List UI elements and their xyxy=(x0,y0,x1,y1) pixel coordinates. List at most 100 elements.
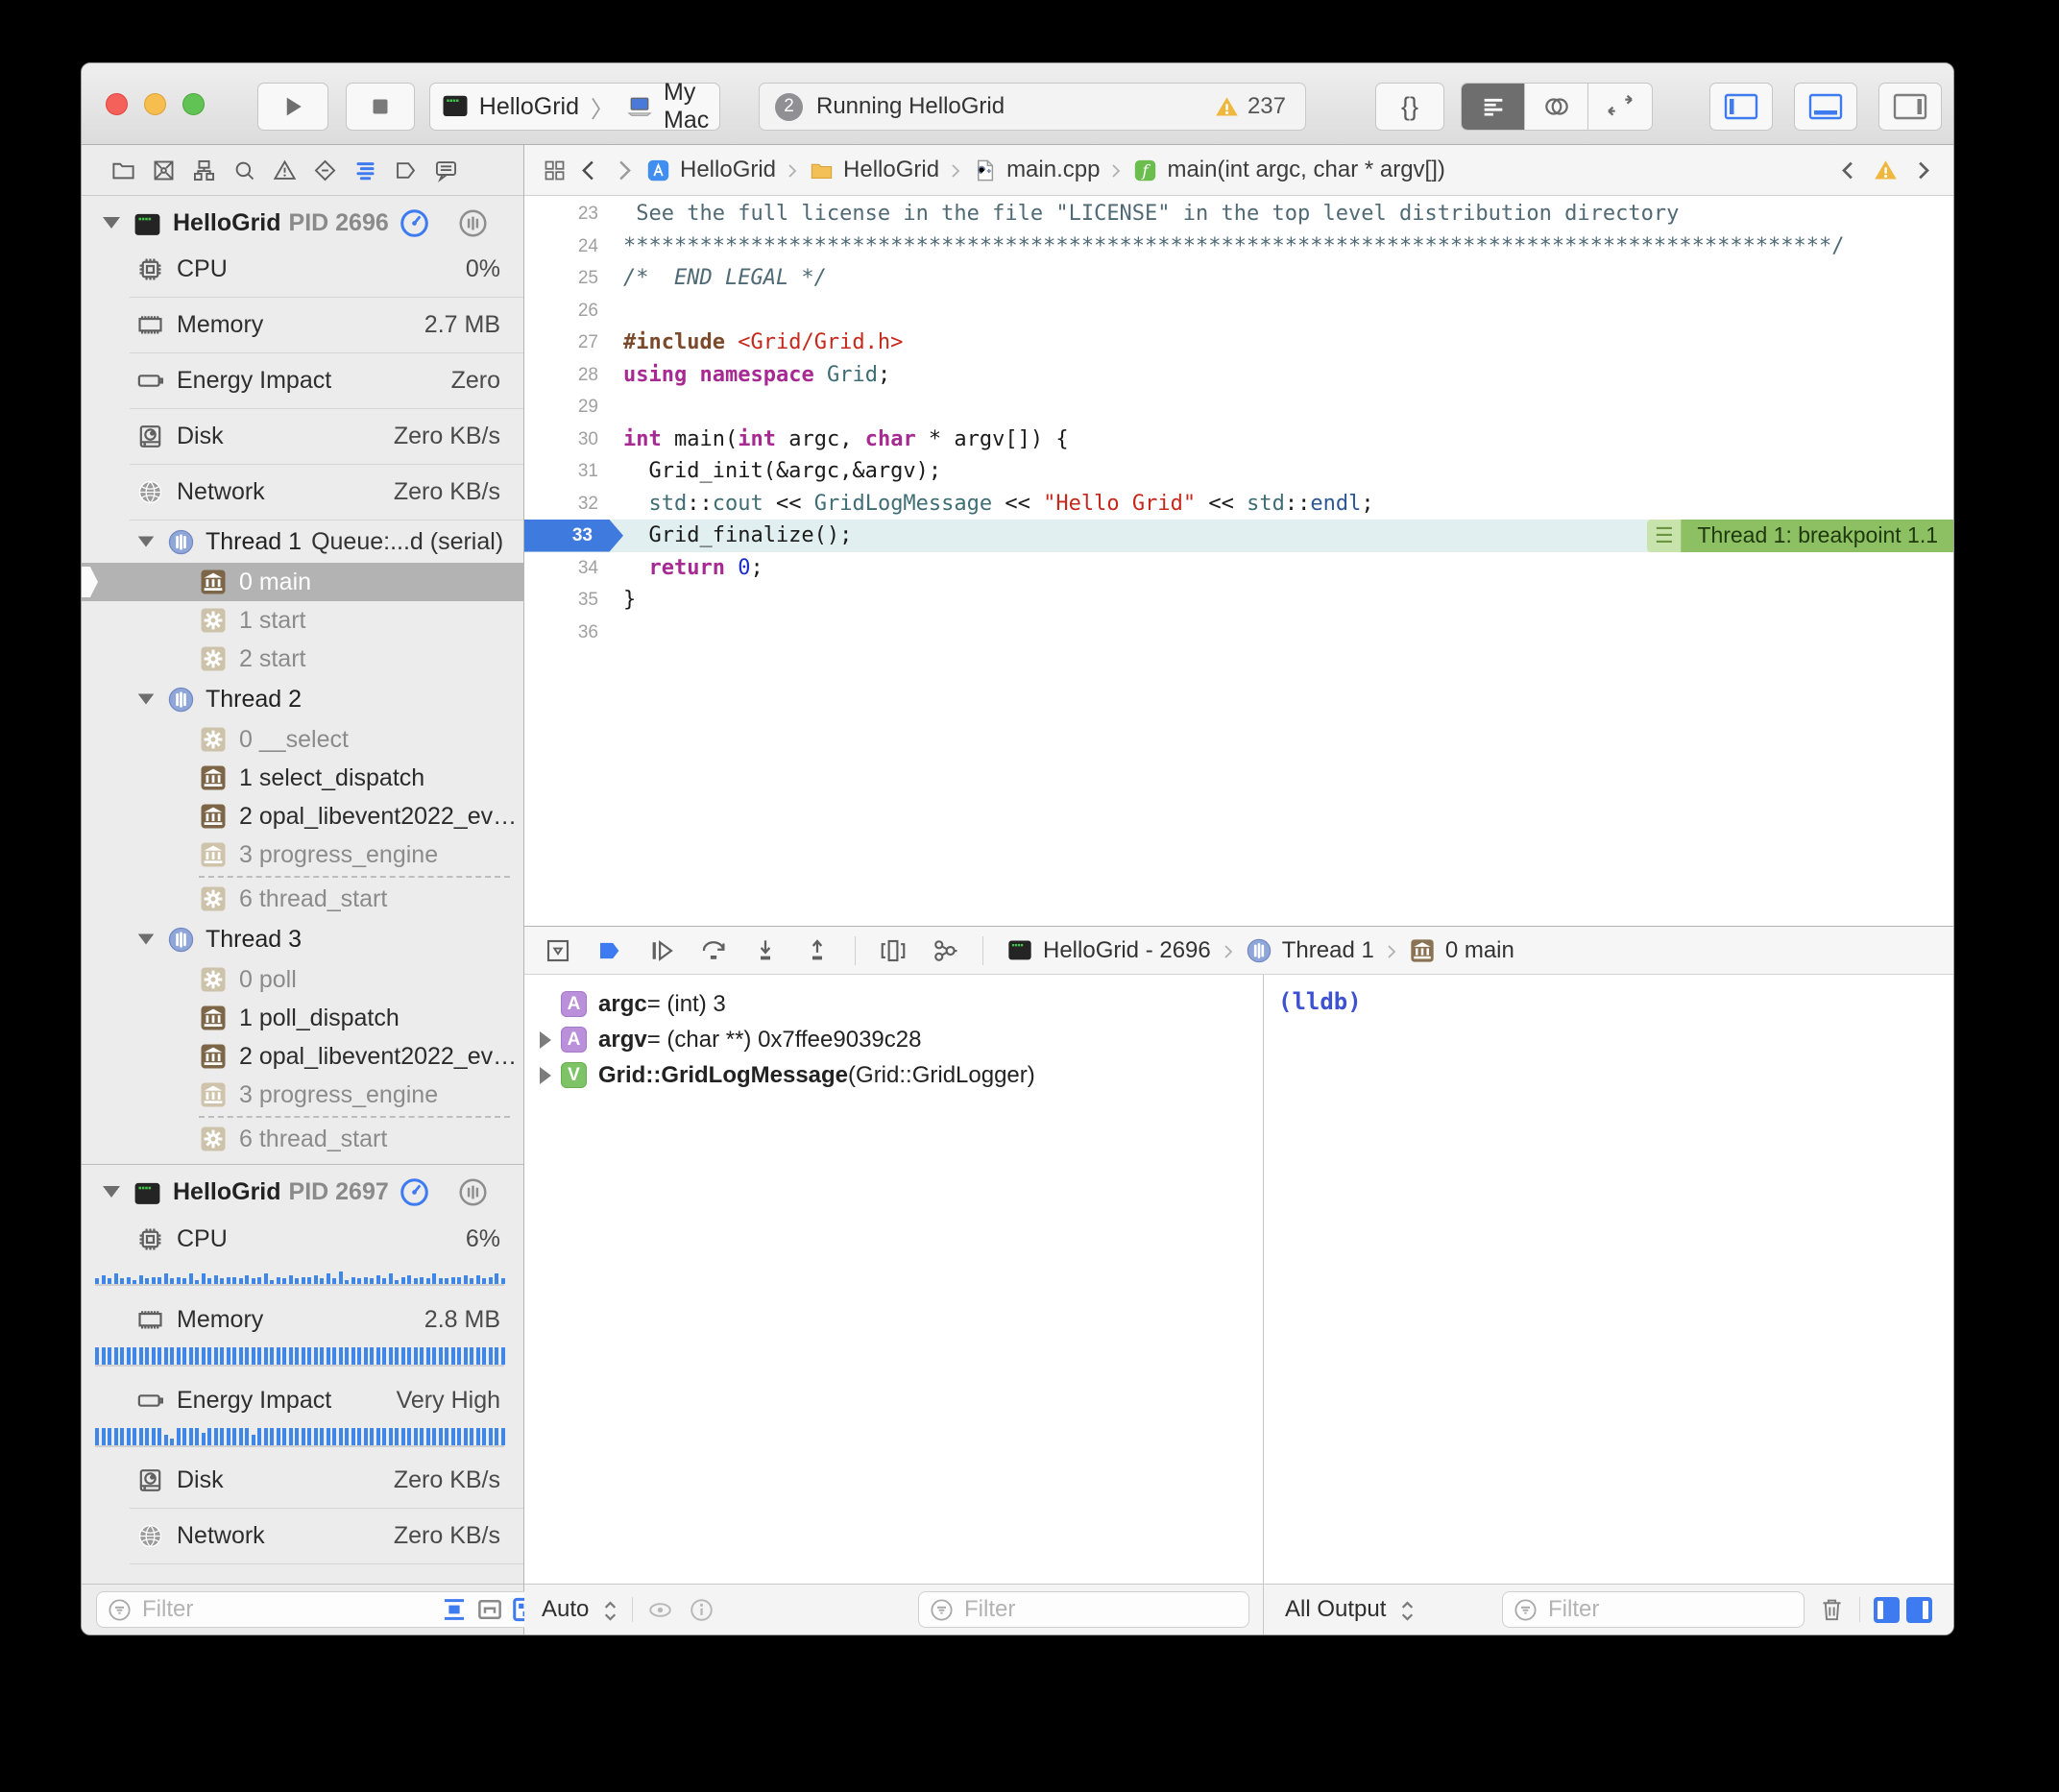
console-output-select[interactable]: All Output xyxy=(1285,1596,1386,1623)
debug-breadcrumb-item[interactable]: Thread 1 xyxy=(1282,937,1374,964)
code-line-breakpoint[interactable]: 33 Grid_finalize();☰Thread 1: breakpoint… xyxy=(524,520,1953,552)
line-number[interactable]: 31 xyxy=(524,455,623,488)
columns-view-button[interactable] xyxy=(457,1176,489,1208)
line-number[interactable]: 34 xyxy=(524,552,623,585)
code-area[interactable]: 23 See the full license in the file "LIC… xyxy=(524,196,1953,926)
debug-breadcrumb-item[interactable]: 0 main xyxy=(1445,937,1514,964)
step-into-button[interactable] xyxy=(751,936,780,965)
stat-row-network[interactable]: NetworkZero KB/s xyxy=(130,465,523,521)
thread-header-2[interactable]: Thread 2 xyxy=(82,678,523,720)
line-number[interactable]: 29 xyxy=(524,391,623,424)
navigator-filter-field[interactable] xyxy=(96,1591,548,1628)
toggle-variables-pane-button[interactable] xyxy=(1874,1597,1900,1623)
go-forward-button[interactable] xyxy=(611,157,637,183)
console-filter-field[interactable] xyxy=(1502,1591,1805,1628)
code-line[interactable]: 23 See the full license in the file "LIC… xyxy=(524,198,1953,230)
disclosure-triangle-icon[interactable] xyxy=(138,933,155,944)
stack-frame-row[interactable]: 1 poll_dispatch xyxy=(82,999,523,1037)
breadcrumb-item[interactable]: HelloGrid xyxy=(680,157,776,183)
toggle-navigator-button[interactable] xyxy=(1709,83,1773,131)
gauge-view-button[interactable] xyxy=(399,1176,430,1208)
line-number[interactable]: 25 xyxy=(524,262,623,295)
info-icon[interactable] xyxy=(688,1596,715,1624)
find-navigator-icon[interactable] xyxy=(231,157,257,183)
breadcrumb-item[interactable]: main.cpp xyxy=(1006,157,1100,183)
disclosure-triangle-icon[interactable] xyxy=(138,536,155,546)
stack-frame-row[interactable]: 3 progress_engine xyxy=(82,1076,523,1114)
go-back-button[interactable] xyxy=(576,157,602,183)
disclosure-triangle-icon[interactable] xyxy=(103,217,120,229)
line-number-breakpoint-badge[interactable]: 33 xyxy=(524,520,623,552)
related-items-icon[interactable] xyxy=(542,157,568,183)
navigator-filter-input[interactable] xyxy=(133,1596,440,1623)
stat-row-memory[interactable]: Memory2.7 MB xyxy=(130,298,523,353)
symbol-navigator-icon[interactable] xyxy=(191,157,217,183)
code-line[interactable]: 35} xyxy=(524,584,1953,617)
code-line[interactable]: 29 xyxy=(524,391,1953,424)
code-line[interactable]: 32 std::cout << GridLogMessage << "Hello… xyxy=(524,488,1953,521)
code-line[interactable]: 30int main(int argc, char * argv[]) { xyxy=(524,424,1953,456)
process-header-2696[interactable]: HelloGridPID 2696 xyxy=(82,204,523,242)
variables-filter-input[interactable] xyxy=(955,1596,1241,1623)
stat-row-cpu[interactable]: CPU6% xyxy=(130,1211,523,1267)
line-number[interactable]: 35 xyxy=(524,584,623,617)
stack-frame-row[interactable]: 0 __select xyxy=(82,720,523,759)
process-header-2697[interactable]: HelloGridPID 2697 xyxy=(82,1173,523,1211)
breadcrumb-item[interactable]: HelloGrid xyxy=(843,157,939,183)
code-line[interactable]: 25/* END LEGAL */ xyxy=(524,262,1953,295)
issue-navigator-icon[interactable] xyxy=(272,157,298,183)
code-line[interactable]: 27#include <Grid/Grid.h> xyxy=(524,327,1953,359)
standard-editor-button[interactable] xyxy=(1462,84,1525,130)
code-snippets-button[interactable]: {} xyxy=(1375,83,1444,131)
version-editor-button[interactable] xyxy=(1588,84,1652,130)
debug-view-hierarchy-button[interactable] xyxy=(879,936,908,965)
filter-stack-frames-button[interactable] xyxy=(440,1595,469,1624)
line-number[interactable]: 36 xyxy=(524,617,623,649)
stack-frame-row[interactable]: 6 thread_start xyxy=(82,1120,523,1158)
code-line[interactable]: 34 return 0; xyxy=(524,552,1953,585)
report-navigator-icon[interactable] xyxy=(433,157,459,183)
activity-view[interactable]: 2 Running HelloGrid 237 xyxy=(759,83,1306,131)
clear-console-trash-icon[interactable] xyxy=(1818,1596,1846,1624)
line-number[interactable]: 30 xyxy=(524,424,623,456)
variable-row[interactable]: Aargc = (int) 3 xyxy=(524,986,1263,1022)
stat-row-energy-impact[interactable]: Energy ImpactZero xyxy=(130,353,523,409)
disclosure-triangle-icon[interactable] xyxy=(103,1186,120,1198)
debug-memory-graph-button[interactable] xyxy=(931,936,959,965)
stat-row-disk[interactable]: DiskZero KB/s xyxy=(130,1453,523,1509)
step-out-button[interactable] xyxy=(803,936,832,965)
stack-frame-row[interactable]: 3 progress_engine xyxy=(82,835,523,874)
output-stepper-icon[interactable] xyxy=(1399,1597,1416,1622)
thread-header-3[interactable]: Thread 3 xyxy=(82,918,523,960)
hide-debug-area-button[interactable] xyxy=(544,936,572,965)
variable-row[interactable]: VGrid::GridLogMessage (Grid::GridLogger) xyxy=(524,1057,1263,1093)
stop-button[interactable] xyxy=(346,83,415,131)
assistant-editor-button[interactable] xyxy=(1525,84,1588,130)
breadcrumb-item[interactable]: main(int argc, char * argv[]) xyxy=(1167,157,1444,183)
console-view[interactable]: (lldb) xyxy=(1264,975,1953,1584)
scope-stepper-icon[interactable] xyxy=(602,1597,618,1622)
stack-frame-row[interactable]: 1 select_dispatch xyxy=(82,759,523,797)
test-navigator-icon[interactable] xyxy=(312,157,338,183)
stack-frame-row[interactable]: 0 poll xyxy=(82,960,523,999)
code-line[interactable]: 24**************************************… xyxy=(524,230,1953,263)
stat-row-memory[interactable]: Memory2.8 MB xyxy=(130,1292,523,1347)
stat-row-cpu[interactable]: CPU0% xyxy=(130,242,523,298)
code-line[interactable]: 31 Grid_init(&argc,&argv); xyxy=(524,455,1953,488)
line-number[interactable]: 27 xyxy=(524,327,623,359)
scheme-selector[interactable]: HelloGrid 〉 My Mac xyxy=(429,83,720,131)
breakpoint-annotation[interactable]: ☰Thread 1: breakpoint 1.1 xyxy=(1647,520,1953,552)
debug-breadcrumb-item[interactable]: HelloGrid - 2696 xyxy=(1043,937,1211,964)
disclosure-triangle-icon[interactable] xyxy=(138,693,155,704)
stack-frame-row[interactable]: 1 start xyxy=(82,601,523,640)
disclosure-triangle-icon[interactable] xyxy=(540,1067,551,1084)
filter-view-mode-button[interactable] xyxy=(475,1595,504,1624)
gauge-view-button[interactable] xyxy=(399,207,430,239)
issue-warning-icon[interactable] xyxy=(1873,157,1899,183)
toggle-console-pane-button[interactable] xyxy=(1906,1597,1932,1623)
line-number[interactable]: 23 xyxy=(524,198,623,230)
variable-row[interactable]: Aargv = (char **) 0x7ffee9039c28 xyxy=(524,1022,1263,1057)
stack-frame-row[interactable]: 2 start xyxy=(82,640,523,678)
previous-issue-button[interactable] xyxy=(1835,157,1861,183)
columns-view-button[interactable] xyxy=(457,207,489,239)
